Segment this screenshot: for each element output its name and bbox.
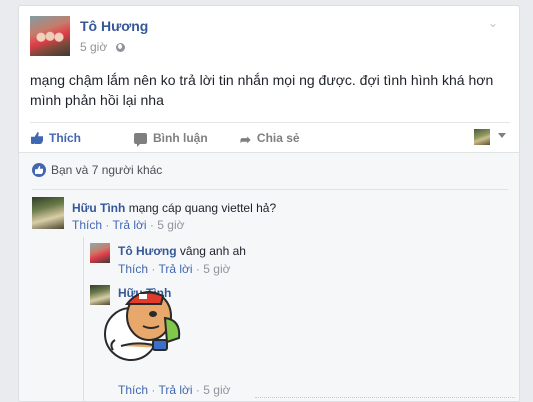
dot-separator: · xyxy=(151,383,156,397)
dot-separator: · xyxy=(151,262,156,276)
commenter-avatar[interactable] xyxy=(32,197,64,229)
dot-separator: · xyxy=(105,218,110,232)
post-author[interactable]: Tô Hương xyxy=(80,18,148,34)
reply-like-link[interactable]: Thích xyxy=(118,262,148,276)
comment-label: Bình luận xyxy=(153,131,208,145)
reply-text: vâng anh ah xyxy=(179,244,246,258)
reactions-summary[interactable]: Bạn và 7 người khác xyxy=(32,163,162,177)
post-timestamp[interactable]: 5 giờ xyxy=(80,40,107,54)
post-card: Tô Hương 5 giờ ⌄ mạng chậm lắm nên ko tr… xyxy=(18,5,520,402)
dot-separator: · xyxy=(195,383,200,397)
dot-separator: · xyxy=(195,262,200,276)
author-avatar[interactable] xyxy=(30,16,70,56)
like-label: Thích xyxy=(49,131,81,145)
share-icon: ➦ xyxy=(240,132,251,147)
dot-separator: · xyxy=(149,218,154,232)
like-button[interactable]: Thích xyxy=(31,131,81,145)
reply-author[interactable]: Tô Hương xyxy=(118,244,177,258)
comment-reply-link[interactable]: Trả lời xyxy=(112,218,146,232)
globe-icon xyxy=(115,43,125,52)
comment-icon xyxy=(134,133,147,147)
reply-thread-line xyxy=(83,237,84,401)
comment-footer: Thích · Trả lời · 5 giờ xyxy=(72,218,184,232)
comment-text: mạng cáp quang viettel hả? xyxy=(128,201,277,215)
comment-like-link[interactable]: Thích xyxy=(72,218,102,232)
divider xyxy=(255,397,515,401)
share-label: Chia sẻ xyxy=(256,131,300,145)
replier-avatar[interactable] xyxy=(90,243,110,263)
comment-author[interactable]: Hữu Tình xyxy=(72,201,125,215)
post-meta: 5 giờ xyxy=(80,40,125,54)
reply-timestamp[interactable]: 5 giờ xyxy=(203,262,230,276)
viewer-avatar[interactable] xyxy=(474,129,490,145)
like-badge-icon xyxy=(32,163,46,177)
reply-timestamp[interactable]: 5 giờ xyxy=(203,383,230,397)
chevron-down-icon[interactable]: ⌄ xyxy=(488,16,498,30)
post-actions: Thích Bình luận ➦ Chia sẻ xyxy=(30,122,510,152)
divider xyxy=(32,189,508,190)
reply-footer: Thích · Trả lời · 5 giờ xyxy=(118,383,230,397)
post-text: mạng chậm lắm nên ko trả lời tin nhắn mọ… xyxy=(30,72,494,108)
post-header: Tô Hương 5 giờ ⌄ xyxy=(30,16,510,58)
caret-down-icon[interactable] xyxy=(498,133,506,138)
reply-reply-link[interactable]: Trả lời xyxy=(158,383,192,397)
reply-footer: Thích · Trả lời · 5 giờ xyxy=(118,262,230,276)
comments-section: Bạn và 7 người khác Hữu Tình mạng cáp qu… xyxy=(19,152,519,401)
reply-body: Tô Hương vâng anh ah xyxy=(118,243,246,259)
thumbs-up-icon xyxy=(31,132,43,144)
comment-timestamp[interactable]: 5 giờ xyxy=(157,218,184,232)
reply-like-link[interactable]: Thích xyxy=(118,383,148,397)
comment-button[interactable]: Bình luận xyxy=(134,131,208,147)
reply-reply-link[interactable]: Trả lời xyxy=(158,262,192,276)
share-button[interactable]: ➦ Chia sẻ xyxy=(240,131,300,148)
hug-sticker[interactable] xyxy=(101,284,191,366)
reactions-text: Bạn và 7 người khác xyxy=(51,163,163,177)
comment-body: Hữu Tình mạng cáp quang viettel hả? xyxy=(72,200,276,216)
